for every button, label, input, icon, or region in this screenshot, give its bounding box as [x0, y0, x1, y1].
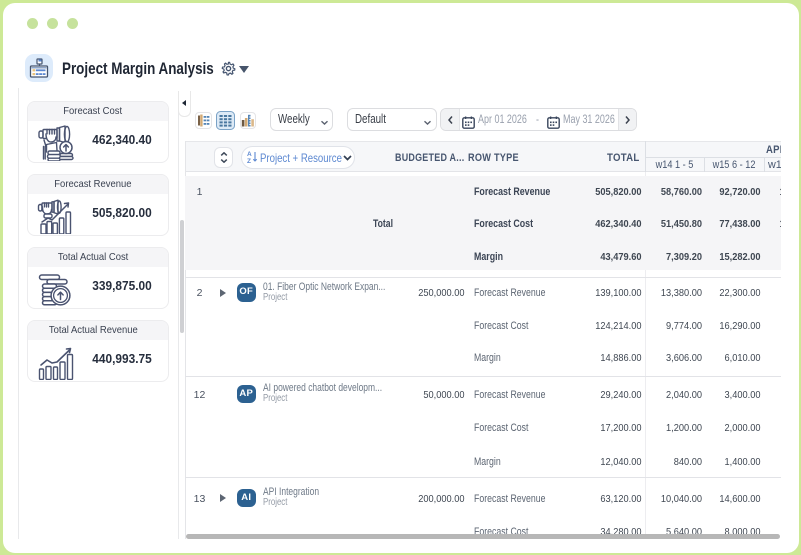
svg-text:A: A [247, 151, 252, 158]
svg-text:Z: Z [247, 158, 251, 164]
